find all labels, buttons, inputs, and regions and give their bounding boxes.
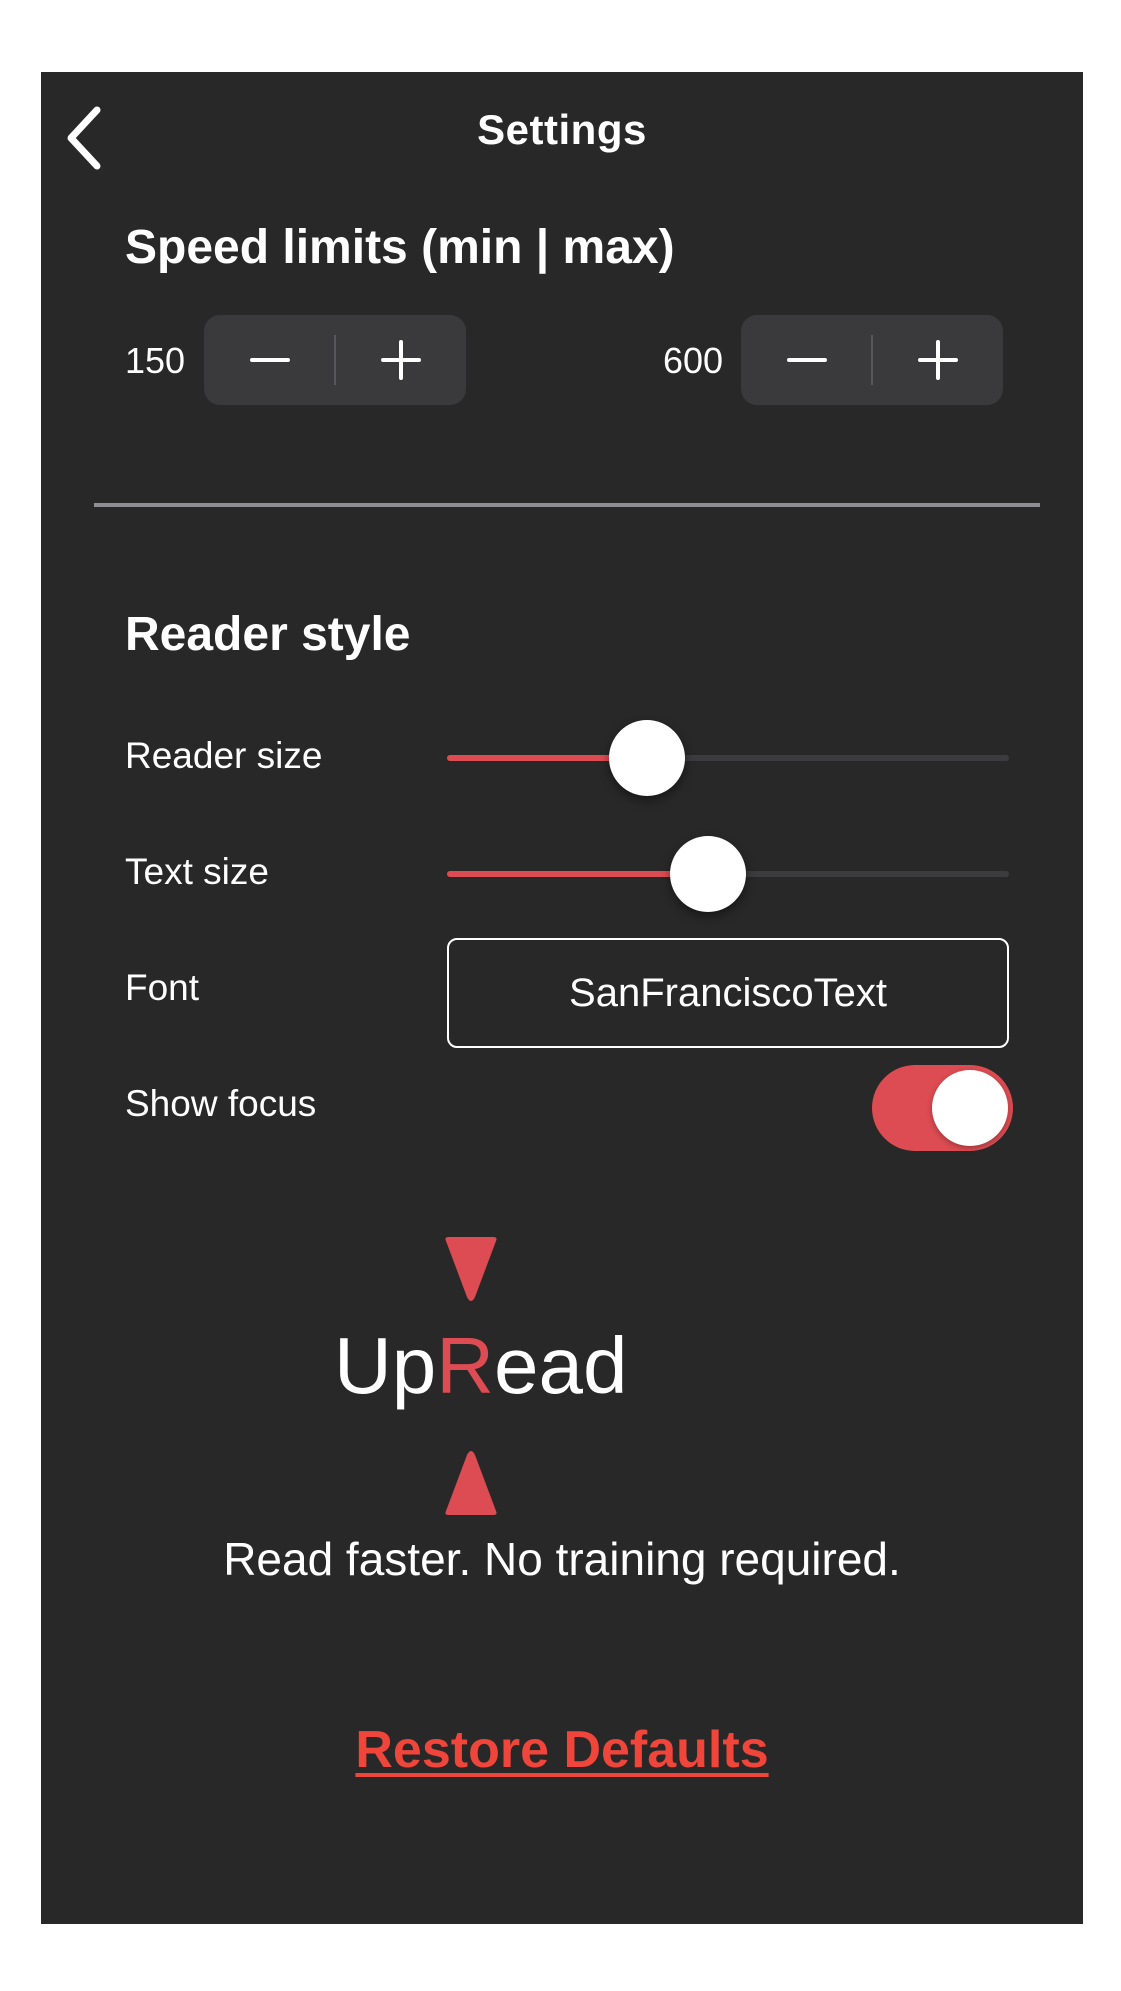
font-picker[interactable]: SanFranciscoText [447,938,1009,1048]
triangle-down-icon [445,1237,497,1301]
plus-icon [380,340,421,380]
preview-word: UpRead [334,1320,628,1412]
slider-thumb[interactable] [608,720,685,796]
settings-screen: Settings Speed limits (min | max) 150 60… [41,72,1083,1924]
reader-size-slider[interactable] [447,718,1009,798]
slider-fill [447,871,709,877]
page-title: Settings [477,106,647,153]
min-speed-stepper [204,315,466,405]
minus-icon [249,358,290,362]
show-focus-label: Show focus [125,1083,317,1124]
min-speed-increment-button[interactable] [335,315,466,405]
min-speed-value: 150 [125,340,186,381]
triangle-up-icon [445,1451,497,1515]
min-speed-decrement-button[interactable] [204,315,335,405]
speed-limits-title: Speed limits (min | max) [125,221,675,274]
text-size-label: Text size [125,851,269,892]
tagline: Read faster. No training required. [223,1533,901,1585]
reader-style-title: Reader style [125,608,411,661]
max-speed-increment-button[interactable] [872,315,1003,405]
show-focus-toggle[interactable] [872,1065,1013,1151]
max-speed-decrement-button[interactable] [741,315,872,405]
preview-word-before: Up [334,1321,437,1410]
reader-size-label: Reader size [125,735,323,776]
section-divider [94,503,1040,507]
max-speed-value: 600 [663,340,724,381]
plus-icon [917,340,958,380]
restore-defaults-link[interactable]: Restore Defaults [41,1720,1083,1780]
minus-icon [786,358,827,362]
max-speed-stepper [741,315,1003,405]
preview-focus-letter: R [436,1321,495,1410]
text-size-slider[interactable] [447,834,1009,914]
slider-thumb[interactable] [670,836,747,912]
font-label: Font [125,967,200,1008]
preview-word-after: ead [494,1321,628,1410]
toggle-knob [932,1070,1008,1146]
